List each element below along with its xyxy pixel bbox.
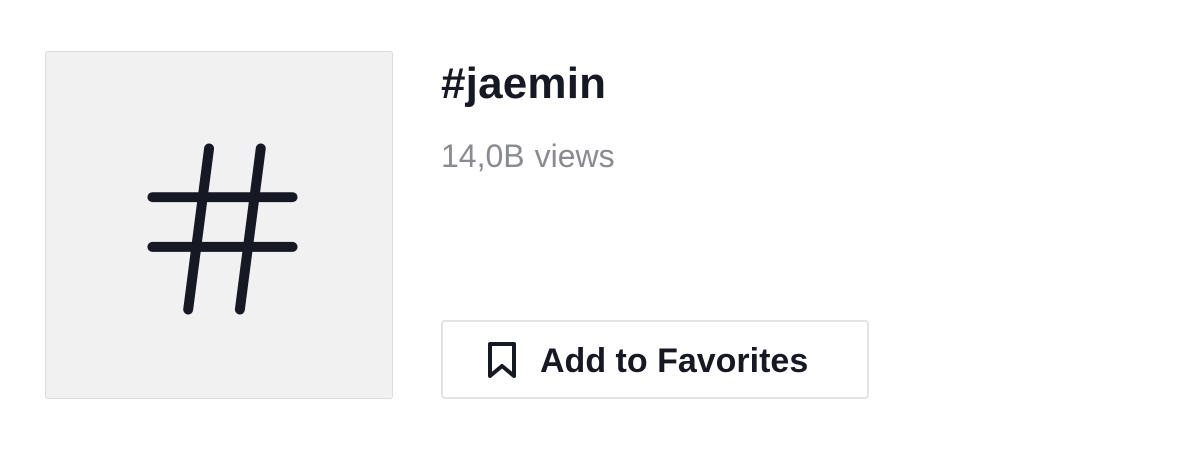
hashtag-cover <box>45 51 393 399</box>
hashtag-title: #jaemin <box>441 59 607 108</box>
add-to-favorites-label: Add to Favorites <box>540 342 809 380</box>
bookmark-icon <box>488 342 516 378</box>
add-to-favorites-button[interactable]: Add to Favorites <box>441 320 869 399</box>
hashtag-header: #jaemin 14,0B views Add to Favorites <box>0 0 1200 468</box>
hashtag-icon <box>147 143 298 315</box>
views-number: 14,0B <box>441 138 525 174</box>
views-count: 14,0B views <box>441 136 615 176</box>
views-unit: views <box>534 138 615 174</box>
